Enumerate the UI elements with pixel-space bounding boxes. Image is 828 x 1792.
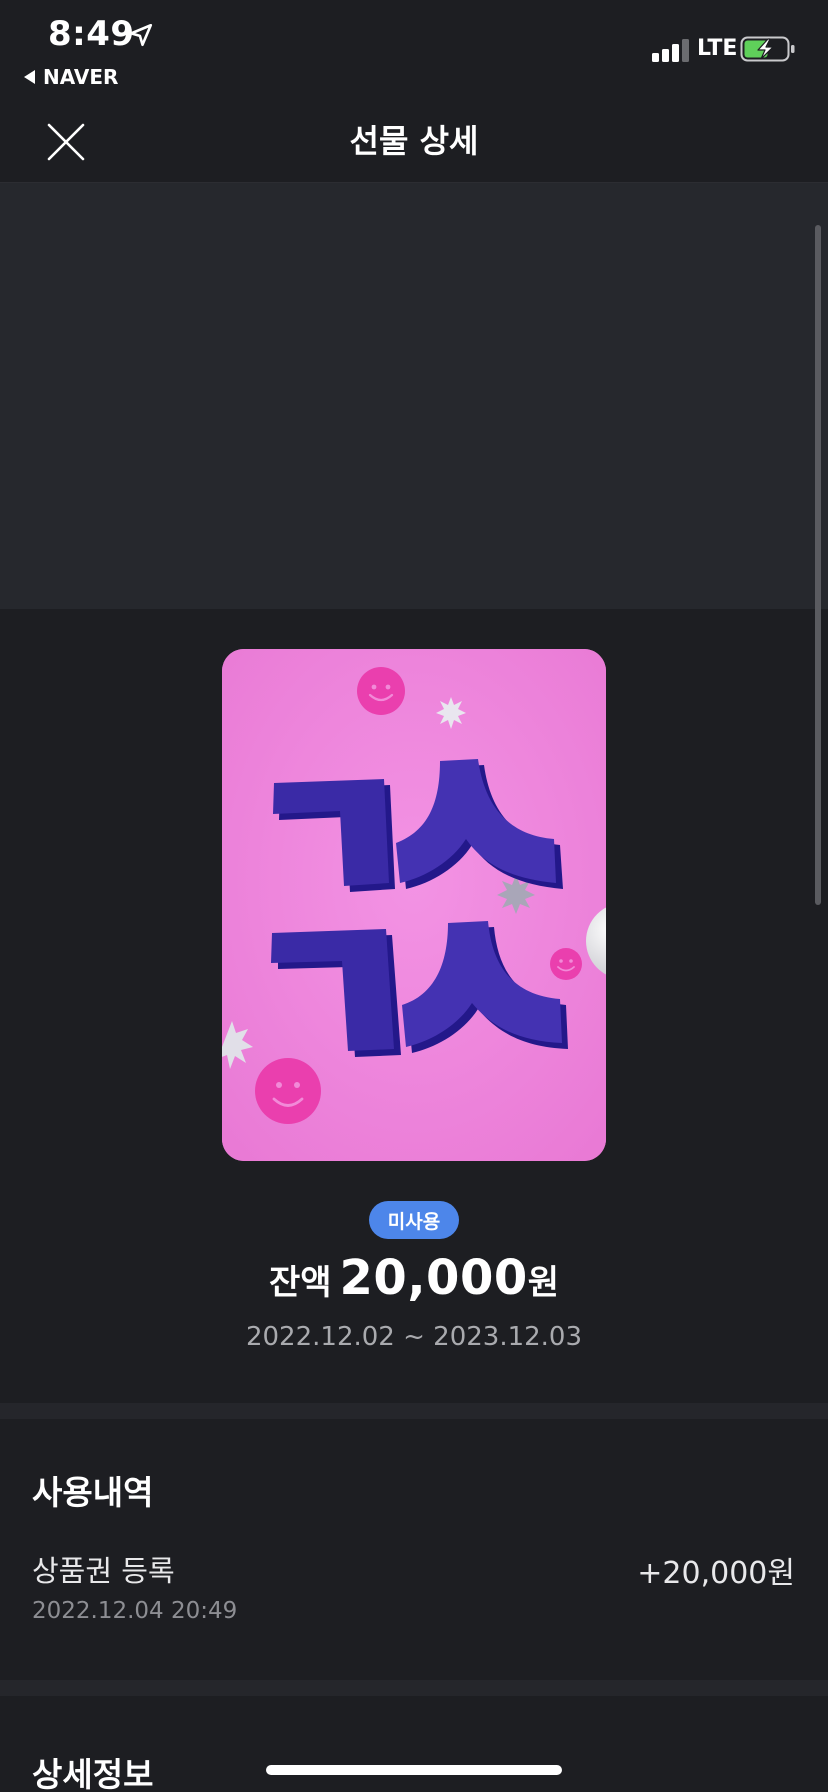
validity-period: 2022.12.02 ~ 2023.12.03 <box>245 1322 583 1352</box>
status-bar: 8:49 NAVER LTE <box>0 0 828 100</box>
network-label: LTE <box>697 36 738 61</box>
history-item-date: 2022.12.04 20:49 <box>32 1598 238 1624</box>
gift-card-image <box>222 649 606 1161</box>
history-heading: 사용내역 <box>32 1473 154 1512</box>
back-triangle-icon <box>24 70 35 84</box>
balance-unit: 원 <box>527 1263 560 1303</box>
details-heading: 상세정보 <box>32 1755 154 1792</box>
signal-icon <box>652 38 690 62</box>
scrollbar[interactable] <box>815 225 821 905</box>
smiley-small <box>550 948 582 980</box>
history-item-title: 상품권 등록 <box>32 1554 175 1588</box>
banner-area <box>0 183 828 609</box>
status-time: 8:49 <box>48 14 135 54</box>
status-badge: 미사용 <box>369 1201 459 1239</box>
smiley-bottom <box>255 1058 321 1124</box>
battery-charging-icon <box>740 36 795 62</box>
smiley-top <box>357 667 405 715</box>
balance: 잔액 20,000원 <box>0 1250 828 1306</box>
section-divider <box>0 1680 828 1696</box>
balance-label: 잔액 <box>268 1263 332 1303</box>
balance-amount: 20,000 <box>339 1250 528 1306</box>
navigation-bar: 선물 상세 <box>0 100 828 183</box>
home-indicator[interactable] <box>266 1765 562 1775</box>
section-divider <box>0 1403 828 1419</box>
back-to-app-button[interactable]: NAVER <box>24 64 118 90</box>
back-app-label: NAVER <box>43 65 119 89</box>
location-arrow-icon <box>129 23 153 47</box>
history-item-amount: +20,000원 <box>637 1556 795 1591</box>
gift-detail-screen: 8:49 NAVER LTE 선물 상세 미사용 잔액 20,000원 2022… <box>0 0 828 1792</box>
gift-card-artwork <box>222 649 606 1161</box>
page-title: 선물 상세 <box>349 122 479 160</box>
